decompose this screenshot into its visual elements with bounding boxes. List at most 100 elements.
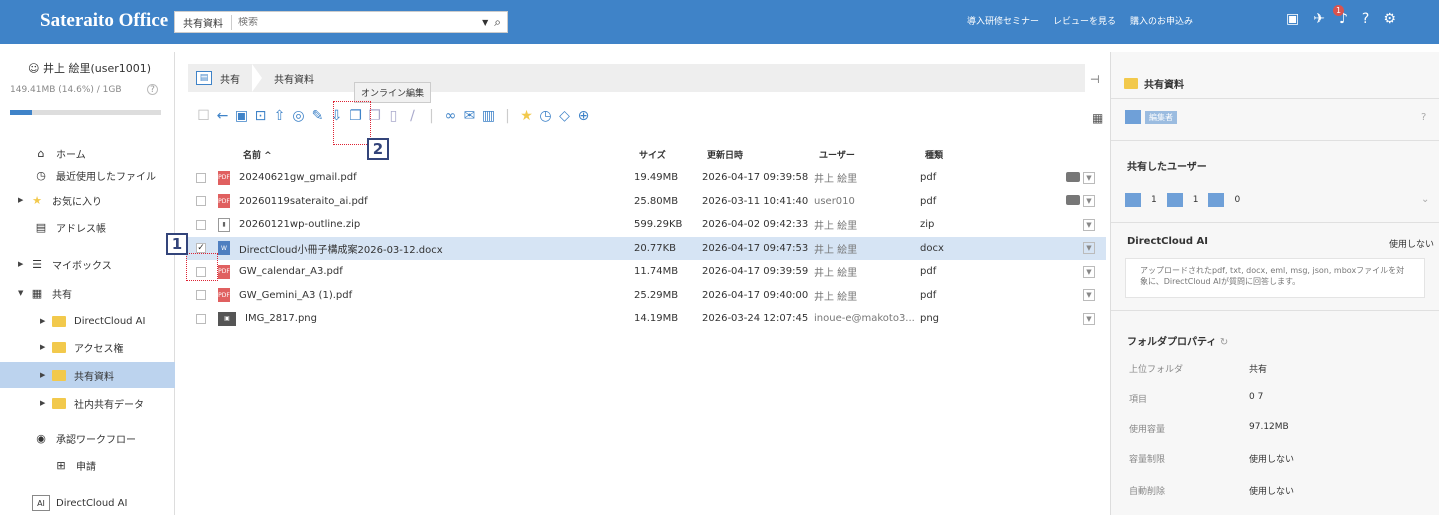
expand-icon[interactable]: ▶	[18, 196, 28, 204]
expand-icon[interactable]: ▶	[18, 260, 28, 268]
row-menu-icon[interactable]: ▼	[1083, 195, 1095, 208]
row-checkbox-checked[interactable]: ✓	[196, 243, 206, 254]
comment-icon[interactable]	[1066, 171, 1080, 182]
sidebar-item-internal-data[interactable]: ▶ 社内共有データ	[0, 390, 175, 416]
ai-icon[interactable]: ▣	[1286, 11, 1299, 27]
collapse-panel-icon[interactable]: ⊣	[1090, 73, 1100, 86]
breadcrumb-item[interactable]: 共有	[220, 71, 240, 86]
chevron-down-icon[interactable]: ⌄	[1421, 194, 1429, 205]
search-scope[interactable]: 共有資料	[175, 14, 232, 30]
folder-props-title: フォルダプロパティ ↻	[1127, 337, 1229, 348]
collapse-icon[interactable]: ▼	[18, 289, 28, 297]
mail-icon[interactable]: ✉	[462, 108, 477, 124]
folder-icon	[50, 367, 68, 383]
star-icon[interactable]: ★	[519, 108, 534, 124]
row-menu-icon[interactable]: ▼	[1083, 218, 1095, 231]
lock-icon[interactable]: ⊕	[576, 108, 591, 124]
search-icon[interactable]: ⌕	[494, 15, 501, 30]
sidebar-item-workflow[interactable]: ◉ 承認ワークフロー	[0, 425, 175, 451]
back-icon[interactable]: ←	[215, 108, 230, 124]
row-checkbox[interactable]	[196, 219, 206, 230]
tag-icon[interactable]: ◇	[557, 108, 572, 124]
row-checkbox[interactable]	[196, 313, 206, 324]
megaphone-icon[interactable]: ✈	[1313, 11, 1325, 27]
history-icon[interactable]: ◷	[538, 108, 553, 124]
preview-icon[interactable]: ◎	[291, 108, 306, 124]
sidebar-item-shared[interactable]: ▼ ▦ 共有	[0, 280, 175, 306]
expand-icon[interactable]: ▶	[40, 317, 50, 325]
table-row[interactable]: ✓ W DirectCloud小冊子構成案2026-03-12.docx 20.77K…	[186, 236, 1106, 260]
user-blocked-icon	[1208, 193, 1225, 207]
table-row[interactable]: PDF 20260119sateraito_ai.pdf 25.80MB 2026-0…	[186, 190, 1106, 214]
top-bar: Sateraito Office 共有資料 ▼ ⌕ 導入研修セミナー レビューを…	[0, 0, 1439, 44]
row-menu-icon[interactable]: ▼	[1083, 312, 1095, 325]
delete-icon[interactable]: ▯	[386, 108, 401, 124]
sidebar-item-addressbook[interactable]: ▤ アドレス帳	[0, 214, 175, 240]
help-icon[interactable]: ?	[1362, 11, 1369, 27]
new-folder-icon[interactable]: ▣	[234, 108, 249, 124]
table-row[interactable]: PDF 20240621gw_gmail.pdf 19.49MB 2026-04-17…	[186, 166, 1106, 190]
gear-icon[interactable]: ⚙	[1383, 11, 1396, 27]
seminar-link[interactable]: 導入研修セミナー	[967, 14, 1039, 27]
row-menu-icon[interactable]: ▼	[1083, 289, 1095, 302]
folder-icon	[50, 313, 68, 329]
purchase-link[interactable]: 購入のお申込み	[1130, 14, 1193, 27]
rename-icon[interactable]: ∕	[405, 108, 420, 124]
upload-icon[interactable]: ⇧	[272, 108, 287, 124]
sidebar-item-apply[interactable]: ⊞ 申請	[0, 452, 175, 478]
table-row[interactable]: ▮ 20260121wp-outline.zip 599.29KB 2026-04-0…	[186, 213, 1106, 237]
pdf-icon: PDF	[218, 288, 230, 303]
table-row[interactable]: PDF GW_Gemini_A3 (1).pdf 25.29MB 2026-04-17…	[186, 284, 1106, 308]
breadcrumb-item[interactable]: 共有資料	[274, 71, 314, 86]
row-menu-icon[interactable]: ▼	[1083, 265, 1095, 278]
help-icon[interactable]: ?	[1421, 112, 1426, 123]
row-checkbox[interactable]	[196, 290, 206, 301]
chevron-down-icon[interactable]: ▼	[482, 18, 488, 27]
row-checkbox[interactable]	[196, 196, 206, 207]
help-icon[interactable]: ?	[147, 84, 158, 95]
link-icon[interactable]: ∞	[443, 108, 458, 124]
user-name[interactable]: ☺ 井上 絵里(user1001)	[28, 60, 151, 76]
select-all-checkbox[interactable]: ☐	[196, 108, 211, 124]
separator: |	[505, 108, 510, 124]
col-name[interactable]: 名前 ^	[243, 148, 639, 161]
divider	[1111, 140, 1439, 141]
col-date[interactable]: 更新日時	[707, 148, 819, 161]
grid-view-icon[interactable]: ▦	[1092, 111, 1103, 125]
table-row[interactable]: ▣ IMG_2817.png 14.19MB 2026-03-24 12:07:45 i…	[186, 307, 1106, 331]
review-link[interactable]: レビューを見る	[1053, 14, 1116, 27]
sidebar-item-directcloud-ai[interactable]: AI DirectCloud AI	[0, 490, 175, 515]
sidebar-item-directcloud-ai-folder[interactable]: ▶ DirectCloud AI	[0, 308, 175, 334]
logo: Sateraito Office	[40, 10, 169, 31]
table-row[interactable]: PDF GW_calendar_A3.pdf 11.74MB 2026-04-17 0…	[186, 260, 1106, 284]
sidebar-item-shared-docs[interactable]: ▶ 共有資料	[0, 362, 175, 388]
sidebar-item-mybox[interactable]: ▶ ☰ マイボックス	[0, 251, 175, 277]
expand-icon[interactable]: ▶	[40, 399, 50, 407]
online-edit-icon[interactable]: ✎	[310, 108, 325, 124]
role-row: 編集者	[1125, 110, 1177, 124]
row-menu-icon[interactable]: ▼	[1083, 242, 1095, 255]
col-type[interactable]: 種類	[925, 148, 1020, 161]
comment-icon[interactable]	[1066, 195, 1080, 206]
breadcrumb-separator	[252, 64, 262, 92]
col-user[interactable]: ユーザー	[819, 148, 925, 161]
row-menu-icon[interactable]: ▼	[1083, 171, 1095, 184]
search-input[interactable]	[232, 16, 483, 28]
zip-icon: ▮	[218, 217, 230, 232]
shared-root-icon[interactable]: ▤	[196, 71, 212, 85]
search-box[interactable]: 共有資料 ▼ ⌕	[174, 11, 508, 33]
sidebar-item-recent[interactable]: ◷ 最近使用したファイル	[0, 162, 175, 188]
panel-title: 共有資料	[1124, 76, 1184, 91]
calendar-icon[interactable]: ▥	[481, 108, 496, 124]
col-size[interactable]: サイズ	[639, 148, 707, 161]
sidebar-item-favorites[interactable]: ▶ ★ お気に入り	[0, 187, 175, 213]
docx-icon: W	[218, 241, 230, 256]
expand-icon[interactable]: ▶	[40, 371, 50, 379]
refresh-icon[interactable]: ↻	[1220, 337, 1228, 348]
upload-folder-icon[interactable]: ⊡	[253, 108, 268, 124]
sidebar: ☺ 井上 絵里(user1001) 149.41MB (14.6%) / 1GB…	[0, 52, 175, 515]
expand-icon[interactable]: ▶	[40, 343, 50, 351]
star-icon: ★	[32, 193, 42, 207]
row-checkbox[interactable]	[196, 172, 206, 183]
sidebar-item-access[interactable]: ▶ アクセス権	[0, 334, 175, 360]
